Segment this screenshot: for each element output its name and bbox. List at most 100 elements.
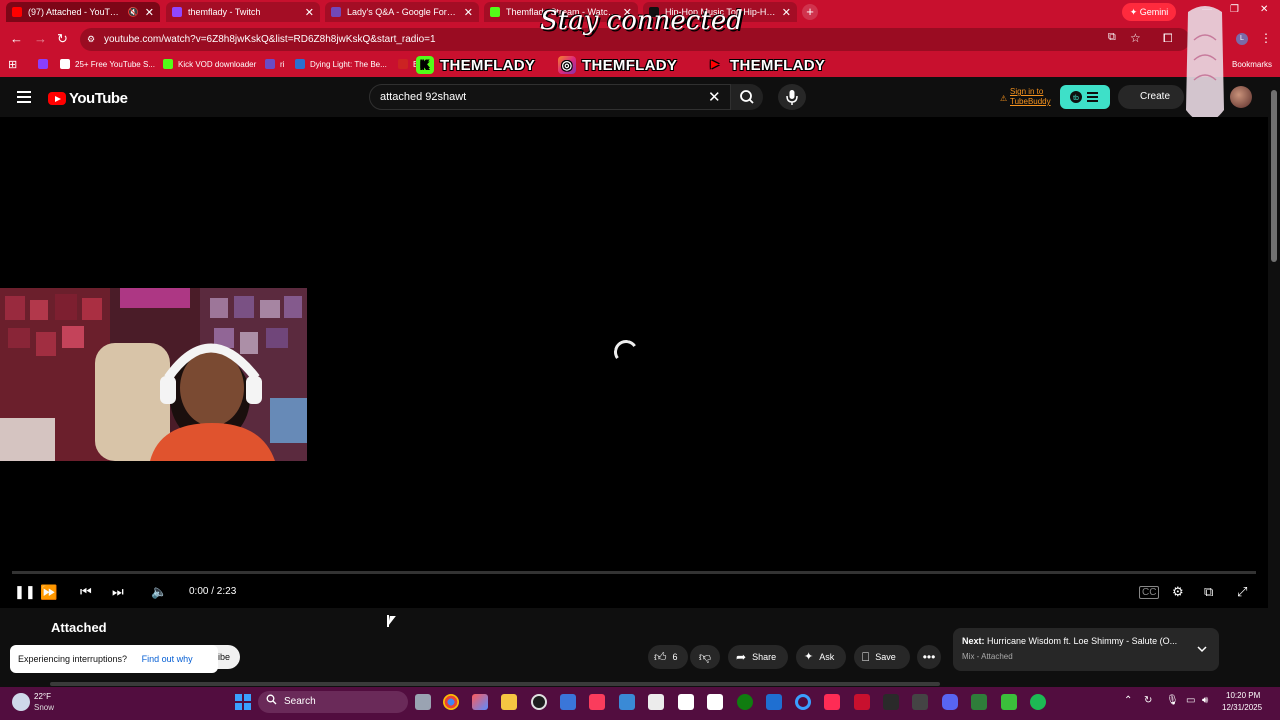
store-icon[interactable] <box>560 694 576 710</box>
share-button[interactable]: ➦ Share <box>728 645 788 669</box>
close-tab-icon[interactable]: ✕ <box>145 6 154 19</box>
bookmark-item[interactable] <box>38 59 53 69</box>
clock-date[interactable]: 12/31/2025 <box>1222 703 1262 712</box>
speaker-muted-icon[interactable]: 🔇 <box>128 7 139 18</box>
bookmark-favicon-icon <box>265 59 275 69</box>
tray-chevron-icon[interactable]: ⌃ <box>1124 695 1132 706</box>
close-tab-icon[interactable]: ✕ <box>305 6 314 19</box>
back-icon[interactable]: ← <box>10 31 23 46</box>
tray-sync-icon[interactable]: ↻ <box>1144 695 1152 706</box>
document-icon[interactable] <box>707 694 723 710</box>
site-info-icon[interactable]: ⚙ <box>87 34 95 45</box>
game-launcher-icon[interactable] <box>1001 694 1017 710</box>
tiktok-icon[interactable] <box>824 694 840 710</box>
search-button[interactable] <box>731 84 763 110</box>
twitch-favicon-icon <box>172 7 182 17</box>
pause-icon[interactable]: ❚❚ <box>14 584 36 600</box>
discord-icon[interactable] <box>942 694 958 710</box>
bookmark-item[interactable]: Kick VOD downloader <box>163 59 256 69</box>
tab-youtube[interactable]: (97) Attached - YouTube 🔇 ✕ <box>6 2 160 22</box>
capcut-icon[interactable] <box>795 694 811 710</box>
tray-mic-icon[interactable]: 🎙︎ <box>1166 695 1179 706</box>
close-tab-icon[interactable]: ✕ <box>782 6 791 19</box>
horizontal-scrollbar[interactable] <box>50 682 940 686</box>
bookmark-star-icon[interactable]: ☆ <box>1130 31 1141 45</box>
find-out-why-link[interactable]: Find out why <box>142 654 193 664</box>
page-scrollbar-thumb[interactable] <box>1271 90 1277 262</box>
weather-snow-icon[interactable] <box>12 693 30 711</box>
profile-icon[interactable]: L <box>1236 33 1248 45</box>
windows-start-icon[interactable] <box>235 694 251 710</box>
tray-volume-icon[interactable]: 🔊︎ <box>1202 695 1208 706</box>
tab-google-forms[interactable]: Lady's Q&A - Google Forms ✕ <box>325 2 479 22</box>
next-icon[interactable]: ⏭ <box>112 584 124 600</box>
bookmark-item[interactable]: 25+ Free YouTube S... <box>60 59 155 69</box>
all-bookmarks-label[interactable]: Bookmarks <box>1232 60 1272 69</box>
fullscreen-icon[interactable]: ⤢ <box>1237 584 1247 600</box>
miniplayer-icon[interactable]: ⧉ <box>1204 584 1213 600</box>
steam-icon[interactable] <box>883 694 899 710</box>
tray-display-icon[interactable]: ▭ <box>1186 695 1195 706</box>
gemini-button[interactable]: ✦ Gemini <box>1122 3 1176 21</box>
overlay-title: Stay connected <box>540 6 743 36</box>
tubebuddy-signin-link[interactable]: Sign in to TubeBuddy <box>1000 87 1051 107</box>
close-tab-icon[interactable]: ✕ <box>464 6 473 19</box>
new-tab-button[interactable]: + <box>802 4 818 20</box>
restore-icon[interactable]: ❐ <box>1230 4 1239 15</box>
editor-icon[interactable] <box>766 694 782 710</box>
bookmark-label: ri <box>280 59 285 69</box>
ask-button[interactable]: ✦ Ask <box>796 645 846 669</box>
reload-icon[interactable]: ↻ <box>57 31 68 47</box>
hamburger-menu-icon[interactable] <box>17 91 31 103</box>
weather-description[interactable]: Snow <box>34 703 54 712</box>
forward-icon[interactable]: → <box>34 31 47 46</box>
progress-bar[interactable] <box>12 571 1256 574</box>
voice-search-button[interactable] <box>778 84 806 110</box>
previous-icon[interactable]: ⏮ <box>80 584 92 600</box>
music-icon[interactable] <box>589 694 605 710</box>
app-icon-2[interactable] <box>912 694 928 710</box>
bookmark-icon: ⎕ <box>862 650 870 664</box>
save-button[interactable]: ⎕ Save <box>854 645 910 669</box>
ask-label: Ask <box>819 652 835 662</box>
chevron-down-icon[interactable] <box>1196 643 1208 655</box>
fast-forward-icon[interactable]: ⏩ <box>40 584 57 601</box>
clear-search-icon[interactable]: ✕ <box>708 88 721 106</box>
copilot-icon[interactable] <box>472 694 488 710</box>
file-explorer-icon[interactable] <box>501 694 517 710</box>
chrome-icon[interactable] <box>443 694 459 710</box>
settings-gear-icon[interactable]: ⚙ <box>1172 584 1184 600</box>
tubebuddy-button[interactable]: tb <box>1060 85 1110 109</box>
apps-grid-icon[interactable]: ⊞ <box>8 58 17 71</box>
spotify-icon[interactable] <box>1030 694 1046 710</box>
dislike-button[interactable]: 👎︎ <box>690 645 720 669</box>
excel-icon[interactable] <box>971 694 987 710</box>
like-button[interactable]: 👍︎ 6 <box>648 645 688 669</box>
document-icon[interactable] <box>678 694 694 710</box>
install-app-icon[interactable]: ⧉ <box>1108 31 1116 44</box>
clock-time[interactable]: 10:20 PM <box>1226 691 1260 700</box>
weather-temperature[interactable]: 22°F <box>34 692 51 701</box>
xbox-icon[interactable] <box>737 694 753 710</box>
extensions-icon[interactable]: ⧠ <box>1163 31 1173 46</box>
search-input[interactable]: attached 92shawt <box>369 84 731 110</box>
obs-icon[interactable] <box>531 694 547 710</box>
subtitles-icon[interactable]: CC <box>1139 586 1160 599</box>
bookmark-item[interactable]: ri <box>265 59 284 69</box>
bookmark-item[interactable]: Dying Light: The Be... <box>295 59 387 69</box>
photos-icon[interactable] <box>619 694 635 710</box>
close-window-icon[interactable]: ✕ <box>1260 4 1268 15</box>
browser-menu-icon[interactable]: ⋮ <box>1260 31 1272 45</box>
up-next-card[interactable] <box>953 628 1219 671</box>
create-button[interactable]: Create <box>1118 85 1184 109</box>
tab-title: themflady - Twitch <box>188 7 261 17</box>
game-icon[interactable] <box>854 694 870 710</box>
avatar[interactable] <box>1230 86 1252 108</box>
up-next-title[interactable]: Next: Hurricane Wisdom ft. Loe Shimmy - … <box>962 636 1184 646</box>
task-view-icon[interactable] <box>415 694 431 710</box>
volume-icon[interactable]: 🔈 <box>151 584 167 600</box>
app-icon[interactable] <box>648 694 664 710</box>
tab-twitch[interactable]: themflady - Twitch ✕ <box>166 2 320 22</box>
youtube-logo[interactable]: YouTube <box>48 90 128 107</box>
more-actions-button[interactable]: ••• <box>917 645 941 669</box>
